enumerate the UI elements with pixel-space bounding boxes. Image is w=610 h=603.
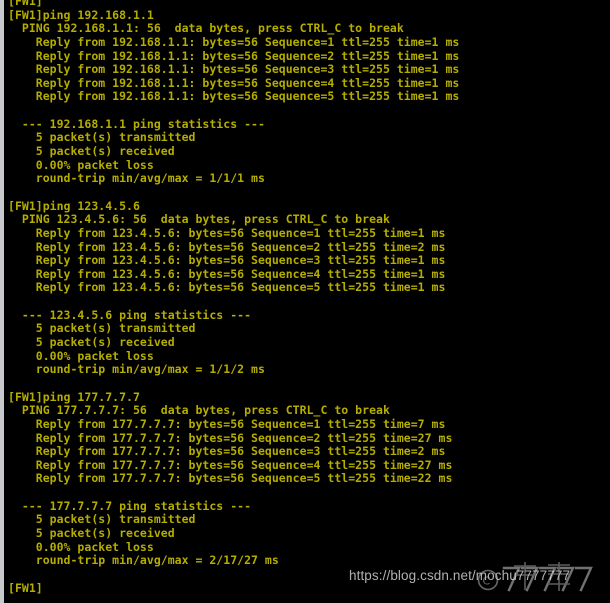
terminal-line: 0.00% packet loss: [8, 539, 154, 554]
terminal-line: Reply from 192.168.1.1: bytes=56 Sequenc…: [8, 34, 460, 49]
terminal-line: Reply from 177.7.7.7: bytes=56 Sequence=…: [8, 457, 453, 472]
terminal-line: round-trip min/avg/max = 2/17/27 ms: [8, 553, 279, 568]
terminal-line: 5 packet(s) received: [8, 144, 175, 159]
terminal-line: Reply from 123.4.5.6: bytes=56 Sequence=…: [8, 239, 446, 254]
terminal-line: PING 177.7.7.7: 56 data bytes, press CTR…: [8, 403, 390, 418]
terminal-line: Reply from 123.4.5.6: bytes=56 Sequence=…: [8, 266, 446, 281]
terminal-line: Reply from 177.7.7.7: bytes=56 Sequence=…: [8, 471, 453, 486]
terminal-line: Reply from 192.168.1.1: bytes=56 Sequenc…: [8, 62, 460, 77]
terminal-line: --- 123.4.5.6 ping statistics ---: [8, 307, 252, 322]
terminal-line: round-trip min/avg/max = 1/1/2 ms: [8, 362, 265, 377]
terminal-line: Reply from 123.4.5.6: bytes=56 Sequence=…: [8, 280, 446, 295]
terminal-line: Reply from 177.7.7.7: bytes=56 Sequence=…: [8, 416, 446, 431]
terminal-window[interactable]: [FW1] [FW1]ping 192.168.1.1 PING 192.168.…: [0, 0, 610, 603]
terminal-line: 5 packet(s) received: [8, 525, 175, 540]
csdn-watermark-logo: C: [477, 562, 593, 592]
terminal-line: [FW1]ping 192.168.1.1: [8, 7, 154, 22]
terminal-line: Reply from 192.168.1.1: bytes=56 Sequenc…: [8, 75, 460, 90]
terminal-line: Reply from 192.168.1.1: bytes=56 Sequenc…: [8, 89, 460, 104]
terminal-line: 5 packet(s) transmitted: [8, 321, 196, 336]
terminal-line: [FW1]ping 177.7.7.7: [8, 389, 140, 404]
terminal-line: 0.00% packet loss: [8, 348, 154, 363]
svg-text:C: C: [483, 575, 491, 588]
terminal-line: 5 packet(s) received: [8, 335, 175, 350]
terminal-line: Reply from 177.7.7.7: bytes=56 Sequence=…: [8, 444, 446, 459]
terminal-line: Reply from 123.4.5.6: bytes=56 Sequence=…: [8, 225, 446, 240]
terminal-line: 5 packet(s) transmitted: [8, 130, 196, 145]
terminal-line: PING 123.4.5.6: 56 data bytes, press CTR…: [8, 212, 390, 227]
terminal-line: Reply from 192.168.1.1: bytes=56 Sequenc…: [8, 48, 460, 63]
terminal-line: 5 packet(s) transmitted: [8, 512, 196, 527]
terminal-line: round-trip min/avg/max = 1/1/1 ms: [8, 171, 265, 186]
terminal-line: [FW1]: [8, 580, 43, 595]
terminal-line: --- 177.7.7.7 ping statistics ---: [8, 498, 252, 513]
terminal-line: Reply from 123.4.5.6: bytes=56 Sequence=…: [8, 253, 446, 268]
terminal-line: --- 192.168.1.1 ping statistics ---: [8, 116, 265, 131]
terminal-line: PING 192.168.1.1: 56 data bytes, press C…: [8, 21, 404, 36]
terminal-line: 0.00% packet loss: [8, 157, 154, 172]
terminal-line: Reply from 177.7.7.7: bytes=56 Sequence=…: [8, 430, 453, 445]
terminal-output-text: [FW1] [FW1]ping 192.168.1.1 PING 192.168.…: [8, 0, 459, 595]
terminal-line: [FW1]ping 123.4.5.6: [8, 198, 140, 213]
